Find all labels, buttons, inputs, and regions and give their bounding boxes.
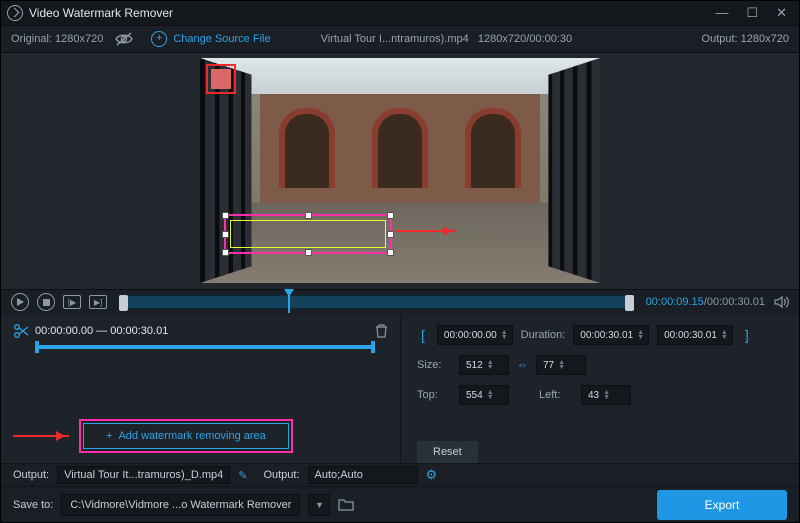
titlebar: Video Watermark Remover — ☐ ✕	[1, 1, 799, 26]
save-path-dropdown[interactable]: ▼	[308, 494, 330, 516]
save-row: Save to: C:\Vidmore\Vidmore ...o Waterma…	[1, 486, 799, 522]
volume-icon[interactable]	[773, 294, 789, 310]
time-range-row: [ 00:00:00.00▲▼ Duration: 00:00:30.01▲▼ 0…	[417, 325, 783, 345]
link-aspect-icon[interactable]: ⇔	[517, 359, 528, 371]
playback-bar: [▶ ▶] 00:00:09.15/00:00:30.01	[1, 289, 799, 316]
add-watermark-area-label: Add watermark removing area	[118, 430, 265, 442]
size-width-input[interactable]: 512▲▼	[459, 355, 509, 375]
segment-header: 00:00:00.00 — 00:00:30.01	[13, 323, 388, 339]
video-preview[interactable]	[200, 58, 600, 283]
left-label: Left:	[539, 389, 573, 401]
delete-segment-button[interactable]	[375, 324, 388, 338]
resize-handle[interactable]	[305, 212, 312, 219]
reset-button[interactable]: Reset	[417, 441, 478, 463]
save-path-field: C:\Vidmore\Vidmore ...o Watermark Remove…	[61, 494, 300, 516]
segment-range: 00:00:00.00 — 00:00:30.01	[35, 325, 369, 337]
trim-handle-right[interactable]	[625, 295, 634, 311]
resize-handle[interactable]	[222, 212, 229, 219]
resize-handle[interactable]	[222, 231, 229, 238]
scissors-icon	[13, 323, 29, 339]
close-button[interactable]: ✕	[776, 5, 787, 21]
output-preset-label: Output:	[263, 469, 299, 481]
export-button[interactable]: Export	[657, 490, 787, 520]
output-resolution: Output: 1280x720	[702, 33, 789, 45]
add-watermark-area-button[interactable]: + Add watermark removing area	[83, 423, 289, 449]
size-label: Size:	[417, 359, 451, 371]
set-in-button[interactable]: [▶	[63, 295, 81, 309]
preview-area	[1, 53, 799, 289]
plus-icon: +	[106, 430, 112, 442]
trim-handle-left[interactable]	[119, 295, 128, 311]
minimize-button[interactable]: —	[715, 5, 728, 21]
duration-label: Duration:	[521, 329, 566, 341]
app-logo-wrap: Video Watermark Remover	[7, 5, 173, 21]
top-input[interactable]: 554▲▼	[459, 385, 509, 405]
segments-pane: 00:00:00.00 — 00:00:30.01 + Add watermar…	[1, 315, 401, 463]
annotation-arrow	[396, 230, 456, 232]
resize-handle[interactable]	[387, 212, 394, 219]
end-time-input[interactable]: 00:00:30.01▲▼	[657, 325, 733, 345]
resize-handle[interactable]	[387, 249, 394, 256]
output-file-row: Output: Virtual Tour It...tramuros)_D.mp…	[1, 463, 799, 486]
maximize-button[interactable]: ☐	[746, 5, 758, 21]
output-settings-button[interactable]: ⚙	[426, 467, 438, 483]
annotation-qr-highlight	[206, 64, 236, 94]
size-row: Size: 512▲▼ ⇔ 77▲▼	[417, 355, 783, 375]
toggle-preview-icon[interactable]	[113, 32, 135, 46]
start-time-input[interactable]: 00:00:00.00▲▼	[437, 325, 513, 345]
annotation-arrow	[13, 435, 69, 437]
resize-handle[interactable]	[387, 231, 394, 238]
add-area-wrap: + Add watermark removing area	[13, 423, 388, 449]
lower-panes: 00:00:00.00 — 00:00:30.01 + Add watermar…	[1, 315, 799, 463]
bracket-left-icon[interactable]: [	[417, 327, 429, 343]
timecode: 00:00:09.15/00:00:30.01	[646, 296, 765, 308]
resize-handle[interactable]	[222, 249, 229, 256]
properties-pane: [ 00:00:00.00▲▼ Duration: 00:00:30.01▲▼ 0…	[401, 315, 799, 463]
stop-button[interactable]	[37, 293, 55, 311]
left-input[interactable]: 43▲▼	[581, 385, 631, 405]
timeline-scrubber[interactable]	[119, 295, 634, 309]
top-label: Top:	[417, 389, 451, 401]
save-to-label: Save to:	[13, 499, 53, 511]
set-out-button[interactable]: ▶]	[89, 295, 107, 309]
info-bar: Original: 1280x720 + Change Source File …	[1, 26, 799, 53]
playhead[interactable]	[284, 289, 294, 302]
position-row: Top: 554▲▼ Left: 43▲▼	[417, 385, 783, 405]
window-controls: — ☐ ✕	[715, 5, 793, 21]
change-source-label: Change Source File	[173, 33, 270, 45]
change-source-button[interactable]: + Change Source File	[151, 31, 270, 47]
output-file-label: Output:	[13, 469, 49, 481]
plus-circle-icon: +	[151, 31, 167, 47]
open-folder-button[interactable]	[338, 498, 354, 511]
rename-output-button[interactable]: ✎	[238, 469, 247, 482]
output-file-field: Virtual Tour It...tramuros)_D.mp4	[57, 466, 230, 484]
watermark-selection-box[interactable]	[224, 214, 392, 254]
segment-track[interactable]	[35, 345, 375, 349]
original-label: Original: 1280x720	[11, 33, 103, 45]
app-logo-icon	[7, 5, 23, 21]
output-preset-field: Auto;Auto	[308, 466, 418, 484]
play-button[interactable]	[11, 293, 29, 311]
file-meta: Virtual Tour I...ntramuros).mp4 1280x720…	[321, 33, 573, 45]
app-window: Video Watermark Remover — ☐ ✕ Original: …	[0, 0, 800, 523]
app-title: Video Watermark Remover	[29, 6, 173, 20]
size-height-input[interactable]: 77▲▼	[536, 355, 586, 375]
resize-handle[interactable]	[305, 249, 312, 256]
bracket-right-icon[interactable]: ]	[741, 327, 753, 343]
duration-input[interactable]: 00:00:30.01▲▼	[573, 325, 649, 345]
